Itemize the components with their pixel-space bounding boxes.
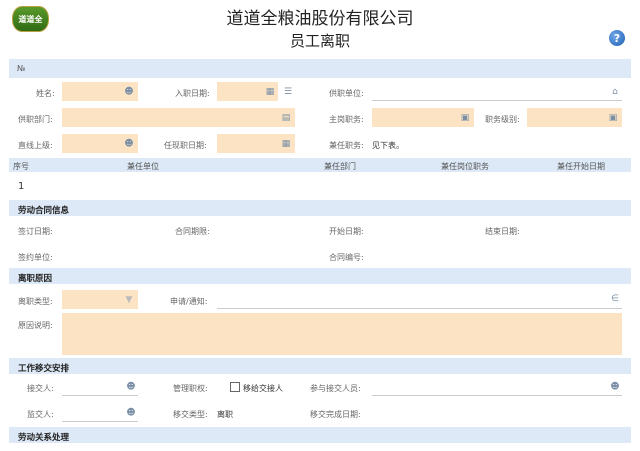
reason-label: 原因说明: bbox=[18, 321, 53, 330]
notice-label: 申请/通知: bbox=[170, 297, 208, 306]
level-field[interactable]: ▣ bbox=[527, 108, 622, 127]
resign-section-header bbox=[9, 268, 631, 284]
finish-date-label: 移交完成日期: bbox=[310, 410, 361, 419]
dept-label: 供职部门: bbox=[18, 115, 53, 124]
superior-label: 直线上级: bbox=[18, 141, 53, 150]
table-header-cell: 兼任部门 bbox=[324, 162, 356, 171]
table-row-index: 1 bbox=[18, 181, 25, 192]
labor-section-header bbox=[9, 427, 631, 443]
sign-unit-label: 签约单位: bbox=[18, 253, 53, 262]
receiver-label: 接交人: bbox=[27, 384, 54, 393]
chevron-down-icon[interactable]: ▼ bbox=[124, 295, 134, 305]
concurrent-value: 见下表。 bbox=[372, 141, 404, 150]
start-date-label: 开始日期: bbox=[329, 227, 364, 236]
list-icon[interactable]: ☰ bbox=[283, 87, 293, 97]
unit-field[interactable] bbox=[372, 100, 622, 101]
handover-type-value: 离职 bbox=[217, 410, 233, 419]
supervisor-field[interactable] bbox=[62, 421, 138, 422]
table-header-cell: 兼任岗位职务 bbox=[441, 162, 489, 171]
main-post-label: 主岗职务: bbox=[329, 115, 364, 124]
person-picker-icon[interactable]: ☻ bbox=[126, 408, 136, 418]
contract-no-label: 合同编号: bbox=[329, 253, 364, 262]
sign-date-label: 签订日期: bbox=[18, 227, 53, 236]
resign-type-label: 离职类型: bbox=[18, 297, 53, 306]
contract-section-title: 劳动合同信息 bbox=[18, 206, 70, 216]
attachment-icon[interactable]: ∈ bbox=[610, 294, 620, 304]
reason-textarea[interactable] bbox=[62, 313, 622, 355]
superior-field[interactable]: ☻ bbox=[62, 134, 138, 153]
person-picker-icon[interactable]: ☻ bbox=[126, 382, 136, 392]
end-date-label: 结束日期: bbox=[485, 227, 520, 236]
help-icon[interactable]: ? bbox=[609, 30, 625, 46]
calendar-icon[interactable]: ▦ bbox=[265, 87, 275, 97]
notice-field[interactable] bbox=[217, 308, 622, 309]
dept-field[interactable]: ▤ bbox=[62, 108, 295, 127]
receiver-field[interactable] bbox=[62, 395, 138, 396]
resign-type-select[interactable]: ▼ bbox=[62, 290, 138, 309]
resign-section-title: 离职原因 bbox=[18, 274, 53, 284]
admin-transfer-checkbox[interactable] bbox=[230, 382, 240, 392]
admin-label: 管理职权: bbox=[173, 384, 208, 393]
concurrent-table-header: 序号 兼任单位 兼任部门 兼任岗位职务 兼任开始日期 bbox=[9, 158, 631, 172]
handover-section-title: 工作移交安排 bbox=[18, 364, 70, 374]
admin-transfer-label: 移给交接人 bbox=[243, 384, 283, 393]
contract-section-header bbox=[9, 200, 631, 216]
post-date-field[interactable]: ▦ bbox=[217, 134, 295, 153]
post-picker-icon[interactable]: ▣ bbox=[460, 113, 470, 123]
table-header-cell: 序号 bbox=[13, 162, 29, 171]
number-label: № bbox=[17, 64, 26, 73]
number-band: № bbox=[9, 59, 631, 78]
name-field[interactable]: ☻ bbox=[62, 82, 138, 101]
level-label: 职务级别: bbox=[485, 115, 520, 124]
form-title: 员工离职 bbox=[289, 32, 350, 50]
person-picker-icon[interactable]: ☻ bbox=[124, 87, 134, 97]
group-picker-icon[interactable]: ☻ bbox=[610, 382, 620, 392]
company-name: 道道全粮油股份有限公司 bbox=[226, 9, 414, 29]
main-post-field[interactable]: ▣ bbox=[372, 108, 474, 127]
participants-label: 参与接交人员: bbox=[310, 384, 361, 393]
term-label: 合同期限: bbox=[175, 227, 210, 236]
concurrent-label: 兼任职务: bbox=[329, 141, 364, 150]
calendar-icon[interactable]: ▦ bbox=[281, 139, 291, 149]
table-header-cell: 兼任开始日期 bbox=[557, 162, 605, 171]
participants-field[interactable] bbox=[372, 395, 622, 396]
dept-picker-icon[interactable]: ▤ bbox=[281, 113, 291, 123]
unit-label: 供职单位: bbox=[329, 89, 364, 98]
person-picker-icon[interactable]: ☻ bbox=[124, 139, 134, 149]
level-picker-icon[interactable]: ▣ bbox=[608, 113, 618, 123]
handover-type-label: 移交类型: bbox=[173, 410, 208, 419]
building-icon[interactable]: ⌂ bbox=[610, 87, 620, 97]
entry-date-label: 入职日期: bbox=[175, 89, 210, 98]
entry-date-field[interactable]: ▦ bbox=[217, 82, 278, 101]
table-header-cell: 兼任单位 bbox=[127, 162, 159, 171]
labor-section-title: 劳动关系处理 bbox=[18, 433, 70, 443]
post-date-label: 任现职日期: bbox=[164, 141, 207, 150]
name-label: 姓名: bbox=[36, 89, 55, 98]
supervisor-label: 监交人: bbox=[27, 410, 54, 419]
handover-section-header bbox=[9, 358, 631, 374]
